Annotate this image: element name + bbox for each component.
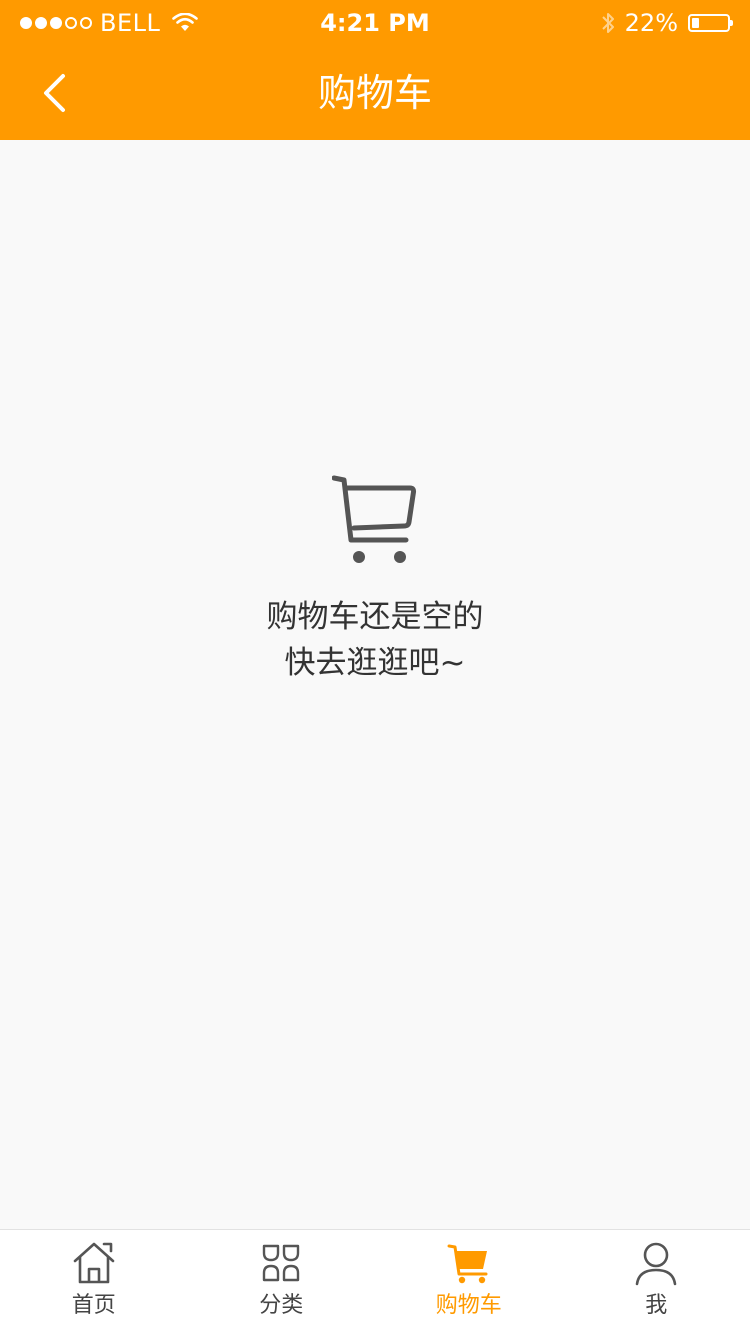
shopping-cart-icon (332, 475, 417, 563)
tab-category-label: 分类 (259, 1293, 304, 1318)
battery-icon (688, 14, 733, 32)
empty-cart-line1: 购物车还是空的 (266, 599, 484, 635)
tab-profile-label: 我 (645, 1293, 668, 1318)
tab-cart[interactable]: 购物车 (375, 1230, 563, 1334)
empty-cart-state: 购物车还是空的 快去逛逛吧~ (0, 470, 750, 686)
empty-cart-message: 购物车还是空的 快去逛逛吧~ (0, 594, 750, 686)
user-icon (635, 1242, 677, 1286)
cart-icon (447, 1244, 488, 1284)
empty-cart-line2: 快去逛逛吧~ (284, 645, 466, 681)
home-icon (73, 1242, 115, 1284)
header-bar: BELL 4:21 PM 22% 购物车 (0, 0, 750, 140)
status-right: 22% (601, 0, 733, 46)
tab-bar: 首页 分类 购物车 我 (0, 1229, 750, 1334)
nav-bar: 购物车 (0, 46, 750, 140)
tab-profile[interactable]: 我 (563, 1230, 750, 1334)
status-bar: BELL 4:21 PM 22% (0, 0, 750, 46)
tab-category[interactable]: 分类 (188, 1230, 376, 1334)
tab-home-label: 首页 (71, 1293, 116, 1318)
battery-level-fill (692, 18, 699, 28)
tab-cart-label: 购物车 (435, 1293, 502, 1318)
battery-percentage: 22% (624, 9, 678, 37)
category-icon (263, 1244, 300, 1282)
bluetooth-icon (601, 13, 614, 33)
page-title: 购物车 (317, 71, 432, 115)
tab-home[interactable]: 首页 (0, 1230, 188, 1334)
